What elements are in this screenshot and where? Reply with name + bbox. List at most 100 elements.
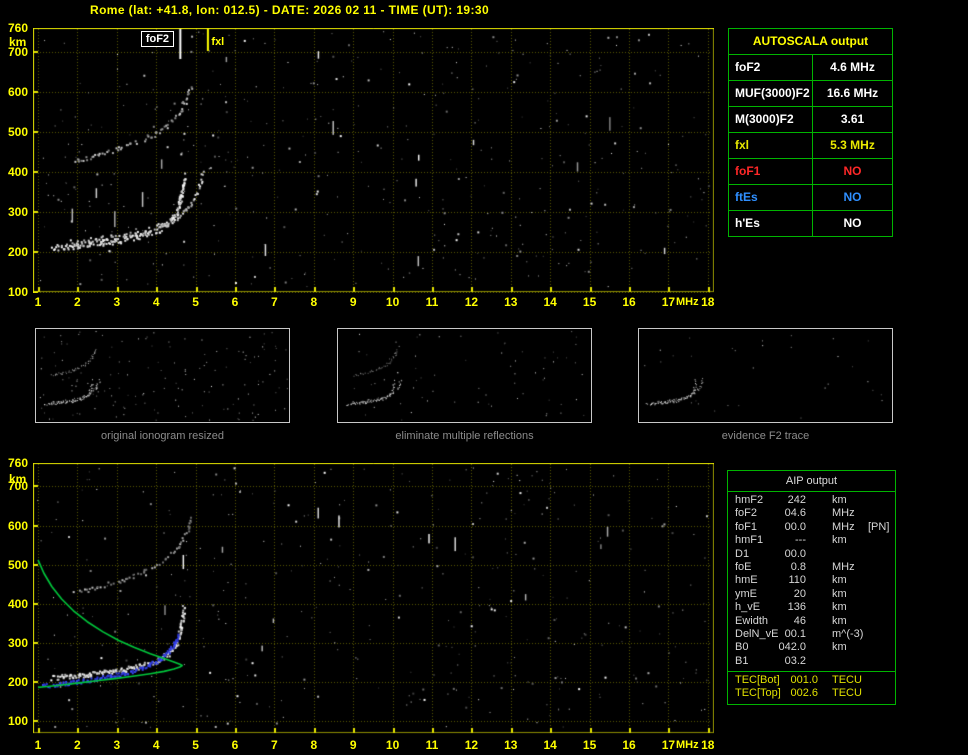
aip-row-label: B1 bbox=[735, 654, 749, 667]
y-tick-label: 760 bbox=[7, 456, 28, 470]
autoscala-row-value: 16.6 MHz bbox=[826, 86, 879, 100]
x-axis-unit-label: MHz bbox=[676, 296, 699, 308]
thumbnail-canvas bbox=[639, 329, 892, 422]
y-tick-label: 300 bbox=[7, 205, 28, 219]
autoscala-row-label: foF2 bbox=[729, 55, 813, 80]
aip-row-label: B0 bbox=[735, 641, 749, 654]
x-tick-label: 3 bbox=[113, 295, 121, 309]
y-axis-unit-label: km bbox=[9, 472, 27, 486]
thumbnail-caption: evidence F2 trace bbox=[721, 430, 810, 442]
aip-row: D1 00.0 bbox=[728, 548, 895, 561]
y-tick-label: 760 bbox=[7, 21, 28, 35]
autoscala-row: h'Es NO bbox=[729, 211, 892, 236]
x-tick-label: 10 bbox=[385, 295, 400, 309]
x-tick-label: 12 bbox=[464, 738, 479, 752]
autoscala-row-value: 3.61 bbox=[840, 112, 865, 126]
autoscala-row-label: foF1 bbox=[729, 159, 813, 184]
aip-tec-row-value: 002.6 bbox=[790, 687, 818, 700]
x-tick-label: 1 bbox=[34, 295, 42, 309]
x-tick-label: 16 bbox=[622, 738, 636, 752]
aip-row-value: 00.0 bbox=[784, 520, 806, 533]
aip-tec-row-label: TEC[Bot] bbox=[735, 674, 780, 687]
aip-row-label: Ewidth bbox=[735, 614, 769, 627]
x-tick-label: 14 bbox=[543, 738, 557, 752]
aip-row-value: 0.8 bbox=[790, 560, 806, 573]
x-tick-label: 8 bbox=[310, 738, 318, 752]
aip-row-unit: km bbox=[832, 641, 847, 654]
x-tick-label: 3 bbox=[113, 738, 121, 752]
aip-row: B1 03.2 bbox=[728, 655, 895, 668]
y-axis-unit-label: km bbox=[9, 35, 27, 49]
station-date-time-title: Rome (lat: +41.8, lon: 012.5) - DATE: 20… bbox=[90, 3, 490, 17]
aip-row-value: 20 bbox=[793, 587, 806, 600]
x-tick-label: 10 bbox=[385, 738, 400, 752]
aip-row-value: 46 bbox=[793, 614, 806, 627]
fof2-marker-label: foF2 bbox=[140, 31, 175, 47]
aip-panel-title: AIP output bbox=[728, 471, 895, 492]
autoscala-row-value: NO bbox=[843, 190, 862, 204]
aip-row-label: foF1 bbox=[735, 520, 758, 533]
x-tick-label: 6 bbox=[231, 295, 239, 309]
aip-row: B0 042.0 km bbox=[728, 641, 895, 654]
y-tick-label: 200 bbox=[7, 674, 28, 689]
aip-row: Ewidth 46 km bbox=[728, 615, 895, 628]
x-tick-label: 11 bbox=[425, 295, 439, 309]
x-tick-label: 8 bbox=[310, 295, 318, 309]
autoscala-row: MUF(3000)F2 16.6 MHz bbox=[729, 81, 892, 107]
autoscala-output-panel: AUTOSCALA output foF2 4.6 MHz MUF(3000)F2 1… bbox=[728, 28, 893, 237]
y-tick-label: 100 bbox=[7, 714, 28, 728]
autoscala-row: M(3000)F2 3.61 bbox=[729, 107, 892, 133]
thumbnail-caption: original ionogram resized bbox=[101, 430, 224, 442]
aip-row: foE 0.8 MHz bbox=[728, 561, 895, 574]
x-tick-label: 7 bbox=[271, 738, 278, 752]
aip-row-value: 242 bbox=[787, 494, 806, 506]
aip-row: h_vE 136 km bbox=[728, 601, 895, 614]
x-tick-label: 14 bbox=[543, 295, 557, 309]
x-tick-label: 16 bbox=[622, 295, 636, 309]
aip-row-label: D1 bbox=[735, 547, 750, 560]
y-tick-label: 400 bbox=[7, 596, 28, 611]
aip-row-label: foF2 bbox=[735, 507, 758, 520]
thumbnail-panel bbox=[35, 328, 290, 423]
autoscala-row: foF1 NO bbox=[729, 159, 892, 185]
aip-row-value: 110 bbox=[788, 574, 806, 587]
x-tick-label: 12 bbox=[464, 295, 479, 309]
aip-tec-row-unit: TECU bbox=[832, 687, 862, 700]
aip-row-unit: MHz bbox=[832, 507, 855, 520]
x-tick-label: 13 bbox=[504, 738, 518, 752]
fxl-marker-label: fxl bbox=[211, 36, 225, 48]
aip-row-unit: km bbox=[832, 534, 847, 547]
aip-output-panel: AIP output hmF2 242 km foF2 04.6 MHz foF1 00.0 M… bbox=[727, 470, 896, 705]
aip-row-value: 042.0 bbox=[778, 641, 806, 654]
x-tick-label: 5 bbox=[192, 738, 199, 752]
autoscala-app-window: Rome (lat: +41.8, lon: 012.5) - DATE: 20… bbox=[0, 0, 968, 755]
x-tick-label: 15 bbox=[582, 738, 597, 752]
aip-tec-row-value: 001.0 bbox=[790, 674, 818, 687]
aip-row-unit: km bbox=[832, 494, 847, 506]
aip-tec-rows: TEC[Bot] 001.0 TECU TEC[Top] 002.6 TECU bbox=[728, 671, 895, 701]
thumbnail-panel bbox=[638, 328, 893, 423]
y-tick-label: 600 bbox=[7, 518, 28, 533]
x-axis-unit-label: MHz bbox=[676, 739, 699, 751]
aip-row: hmE 110 km bbox=[728, 574, 895, 587]
x-tick-label: 15 bbox=[582, 295, 597, 309]
aip-row-value: 04.6 bbox=[784, 507, 806, 520]
aip-row-label: ymE bbox=[735, 587, 757, 600]
y-tick-label: 400 bbox=[7, 165, 28, 179]
autoscala-row-value: 4.6 MHz bbox=[830, 60, 875, 74]
autoscala-row-label: fxl bbox=[729, 133, 813, 158]
y-tick-label: 500 bbox=[7, 125, 28, 139]
y-tick-label: 500 bbox=[7, 557, 28, 572]
autoscala-row-label: ftEs bbox=[729, 185, 813, 210]
x-tick-label: 2 bbox=[74, 295, 81, 309]
aip-row-value: 00.1 bbox=[784, 627, 806, 640]
autoscala-panel-title: AUTOSCALA output bbox=[729, 29, 892, 55]
aip-row-label: foE bbox=[735, 560, 752, 573]
autoscala-row-value: 5.3 MHz bbox=[830, 138, 875, 152]
x-tick-label: 11 bbox=[425, 738, 439, 752]
aip-row-value: 00.0 bbox=[784, 547, 806, 560]
y-tick-label: 200 bbox=[7, 245, 28, 259]
aip-row-unit: MHz bbox=[832, 560, 855, 573]
aip-row-extra: [PN] bbox=[868, 520, 890, 533]
x-tick-label: 5 bbox=[192, 295, 199, 309]
